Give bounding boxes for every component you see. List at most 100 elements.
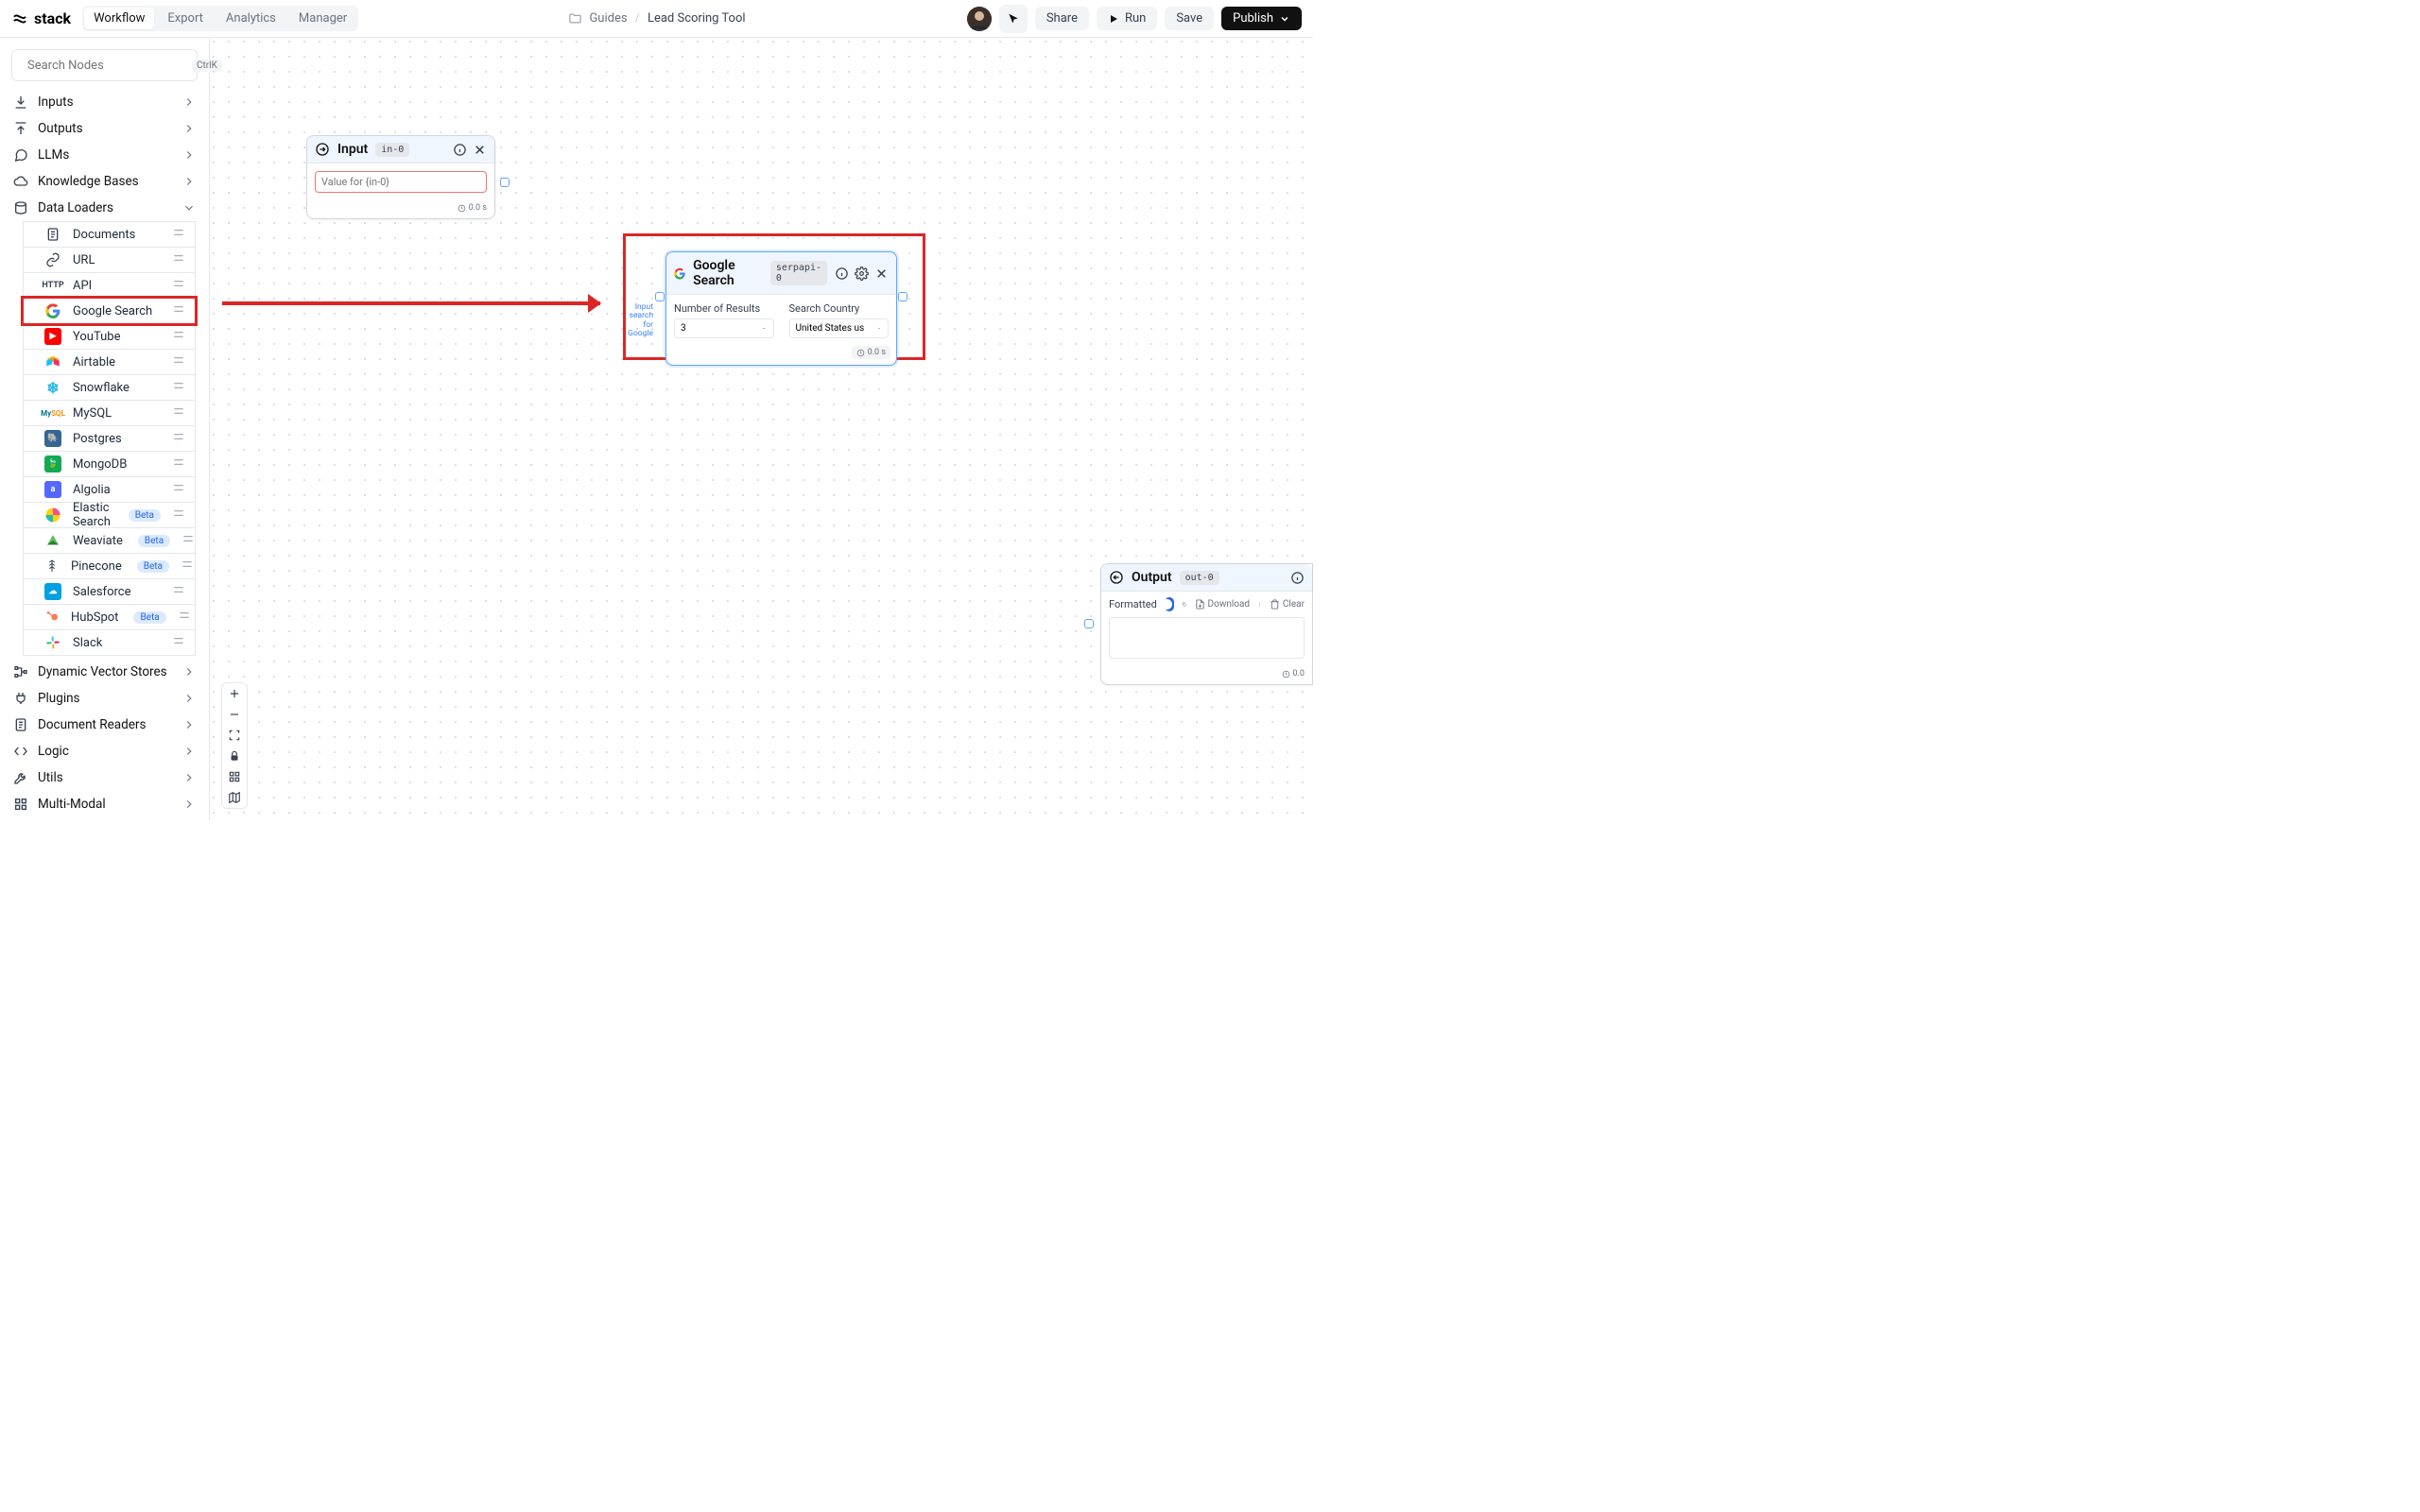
close-icon[interactable]	[874, 266, 889, 281]
database-icon	[13, 200, 28, 215]
drag-handle-icon[interactable]	[172, 634, 185, 651]
link-icon	[44, 251, 61, 268]
fit-view-button[interactable]	[222, 725, 247, 746]
drag-handle-icon[interactable]	[172, 226, 185, 243]
sidebar-group-outputs[interactable]: Outputs	[0, 115, 209, 142]
gear-icon[interactable]	[855, 266, 869, 281]
sidebar-item-google-search[interactable]: Google Search	[23, 298, 196, 324]
sidebar-group-utils[interactable]: Utils	[0, 765, 209, 791]
drag-handle-icon[interactable]	[172, 583, 185, 600]
drag-handle-icon[interactable]	[172, 455, 185, 472]
node-input[interactable]: Input in-0 0.0 s	[306, 135, 495, 219]
search-country-select[interactable]: United States us	[789, 318, 890, 338]
sidebar-item-postgres[interactable]: 🐘 Postgres	[23, 425, 196, 452]
search-input[interactable]	[27, 59, 184, 73]
clock-icon	[856, 349, 865, 357]
sidebar-group-logic[interactable]: Logic	[0, 738, 209, 765]
sidebar-item-mysql[interactable]: MySQL MySQL	[23, 400, 196, 426]
map-button[interactable]	[222, 787, 247, 808]
input-value-field[interactable]	[315, 171, 487, 193]
drag-handle-icon[interactable]	[172, 353, 185, 370]
num-results-select[interactable]: 3	[674, 318, 774, 338]
node-output[interactable]: Output out-0 Formatted Download Clear 0.…	[1100, 563, 1313, 685]
download-button[interactable]: Download	[1195, 599, 1251, 610]
sidebar-group-document-readers[interactable]: Document Readers	[0, 712, 209, 738]
node-google-search[interactable]: Google Search serpapi-0 Number of Result…	[666, 251, 897, 366]
share-button[interactable]: Share	[1035, 7, 1089, 30]
sidebar-item-documents[interactable]: Documents	[23, 221, 196, 248]
drag-handle-icon[interactable]	[172, 328, 185, 345]
sidebar-group-data-loaders[interactable]: Data Loaders	[0, 195, 209, 221]
sidebar-item-algolia[interactable]: a Algolia	[23, 476, 196, 503]
avatar[interactable]	[967, 7, 992, 31]
publish-button[interactable]: Publish	[1221, 7, 1302, 30]
sidebar-item-hubspot[interactable]: HubSpot Beta	[23, 604, 196, 630]
workflow-canvas[interactable]: Input in-0 0.0 s Google Search serpapi-0	[210, 38, 1313, 820]
info-icon[interactable]	[835, 266, 849, 281]
drag-handle-icon[interactable]	[172, 379, 185, 396]
info-icon[interactable]	[1290, 571, 1305, 585]
search-country-label: Search Country	[789, 302, 890, 315]
tab-workflow[interactable]: Workflow	[84, 8, 154, 29]
cursor-tool-button[interactable]	[999, 5, 1028, 33]
tab-export[interactable]: Export	[158, 8, 213, 29]
drag-handle-icon[interactable]	[172, 302, 185, 319]
grid-icon	[228, 770, 241, 783]
sidebar-item-label: MongoDB	[73, 457, 127, 472]
grid-button[interactable]	[222, 766, 247, 787]
drag-handle-icon[interactable]	[172, 430, 185, 447]
info-icon[interactable]	[453, 143, 467, 157]
drag-handle-icon[interactable]	[172, 507, 185, 524]
sidebar-item-label: Airtable	[73, 355, 115, 369]
sidebar-group-llms[interactable]: LLMs	[0, 142, 209, 168]
app-logo[interactable]: stack	[11, 9, 71, 27]
sidebar-item-weaviate[interactable]: Weaviate Beta	[23, 527, 196, 554]
input-handle[interactable]	[655, 292, 665, 301]
sidebar-item-snowflake[interactable]: ❄ Snowflake	[23, 374, 196, 401]
breadcrumb-current[interactable]: Lead Scoring Tool	[648, 11, 746, 26]
sidebar-group-multi-modal[interactable]: Multi-Modal	[0, 791, 209, 817]
zoom-out-button[interactable]	[222, 704, 247, 725]
sidebar-item-slack[interactable]: Slack	[23, 629, 196, 656]
sidebar-item-salesforce[interactable]: ☁ Salesforce	[23, 578, 196, 605]
chevron-right-icon	[182, 745, 196, 758]
copy-icon[interactable]	[1182, 598, 1186, 610]
zoom-in-button[interactable]	[222, 683, 247, 704]
tab-analytics[interactable]: Analytics	[216, 8, 285, 29]
sidebar-group-knowledge-bases[interactable]: Knowledge Bases	[0, 168, 209, 195]
clear-button[interactable]: Clear	[1270, 599, 1305, 610]
output-handle[interactable]	[898, 292, 908, 301]
elastic-icon	[44, 507, 61, 524]
sidebar-group-plugins[interactable]: Plugins	[0, 685, 209, 712]
sidebar-item-elastic-search[interactable]: Elastic Search Beta	[23, 502, 196, 528]
sidebar-item-mongodb[interactable]: 🍃 MongoDB	[23, 451, 196, 477]
drag-handle-icon[interactable]	[172, 481, 185, 498]
sidebar-item-api[interactable]: HTTP API	[23, 272, 196, 299]
more-icon[interactable]	[1257, 599, 1262, 610]
lock-button[interactable]	[222, 746, 247, 766]
drag-handle-icon[interactable]	[172, 277, 185, 294]
save-button[interactable]: Save	[1165, 7, 1214, 30]
node-tag: out-0	[1180, 571, 1219, 585]
close-icon[interactable]	[473, 143, 487, 157]
tab-manager[interactable]: Manager	[289, 8, 356, 29]
sidebar-group-inputs[interactable]: Inputs	[0, 89, 209, 115]
drag-handle-icon[interactable]	[182, 532, 195, 549]
run-button[interactable]: Run	[1097, 7, 1157, 30]
output-textarea[interactable]	[1109, 617, 1305, 659]
drag-handle-icon[interactable]	[172, 404, 185, 421]
drag-handle-icon[interactable]	[178, 609, 191, 626]
formatted-toggle[interactable]	[1165, 597, 1174, 611]
sidebar-item-airtable[interactable]: Airtable	[23, 349, 196, 375]
sidebar-item-url[interactable]: URL	[23, 247, 196, 273]
output-handle[interactable]	[500, 178, 510, 187]
doc-icon	[44, 226, 61, 243]
sidebar-item-pinecone[interactable]: Pinecone Beta	[23, 553, 196, 579]
search-nodes-box[interactable]: CtrlK	[11, 49, 198, 81]
drag-handle-icon[interactable]	[172, 251, 185, 268]
breadcrumb-folder[interactable]: Guides	[589, 11, 627, 26]
input-handle[interactable]	[1084, 619, 1094, 628]
sidebar-group-dynamic-vector-stores[interactable]: Dynamic Vector Stores	[0, 659, 209, 685]
sidebar-item-youtube[interactable]: ▶ YouTube	[23, 323, 196, 350]
drag-handle-icon[interactable]	[181, 558, 194, 575]
